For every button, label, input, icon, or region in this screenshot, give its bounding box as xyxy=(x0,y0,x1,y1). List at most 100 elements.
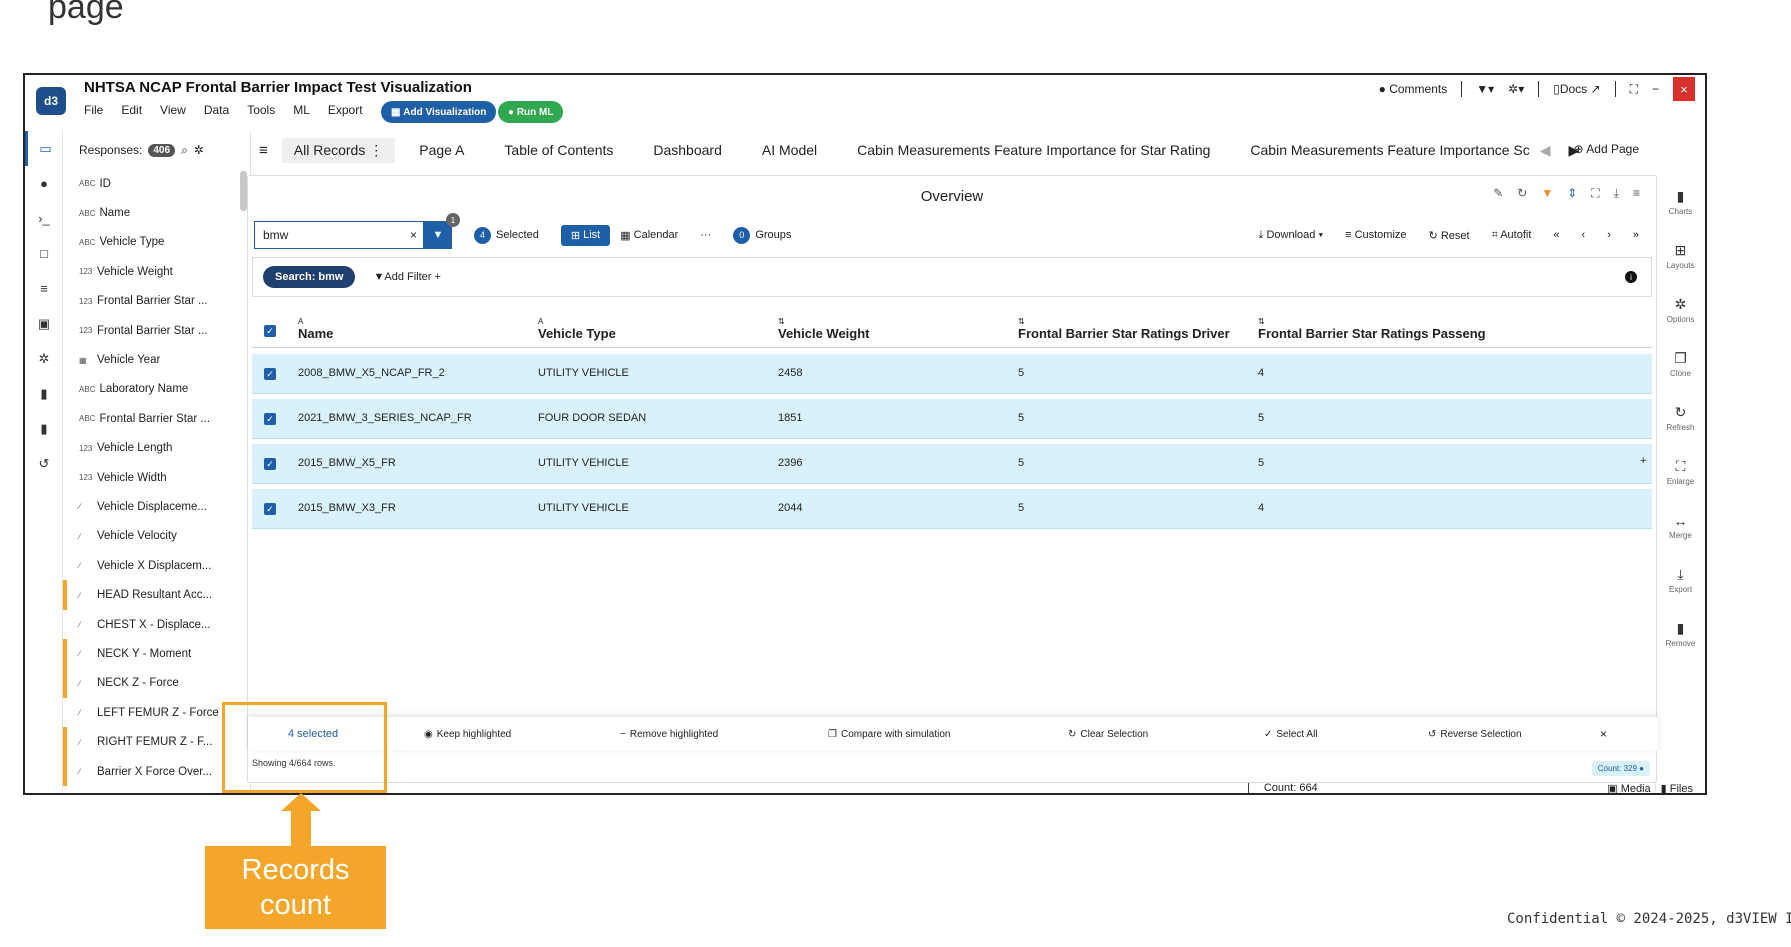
search-icon[interactable]: ⌕ xyxy=(181,143,188,158)
files-link[interactable]: ▮ Files xyxy=(1661,782,1693,793)
sliders-icon[interactable]: ≡ xyxy=(25,271,63,306)
image-icon[interactable]: ▣ xyxy=(25,306,63,341)
download-icon[interactable]: ⤓ xyxy=(1614,186,1619,201)
close-selection-icon[interactable]: × xyxy=(1600,727,1607,741)
hamburger-icon[interactable]: ≡ xyxy=(259,142,268,159)
field-item[interactable]: ∕ HEAD Resultant Acc... xyxy=(63,580,250,610)
field-item[interactable]: ∕ NECK Y - Moment xyxy=(63,639,250,669)
field-item[interactable]: ∕ Vehicle Displaceme... xyxy=(63,492,250,521)
merge-tool[interactable]: ↔ Merge xyxy=(1656,499,1705,553)
prev-page-icon[interactable]: ‹ xyxy=(1582,229,1586,241)
sort-icon[interactable]: ⇕ xyxy=(1567,186,1577,201)
tab-all-records[interactable]: All Records ⋮ xyxy=(281,137,396,163)
clone-tool[interactable]: ❐ Clone xyxy=(1656,337,1705,391)
info-icon[interactable]: ● xyxy=(25,166,63,201)
monitor-icon[interactable]: ▭ xyxy=(25,131,63,166)
select-all-button[interactable]: ✓ Select All xyxy=(1264,729,1318,740)
menu-edit[interactable]: Edit xyxy=(121,103,142,117)
tab-dashboard[interactable]: Dashboard xyxy=(653,142,722,158)
comments-button[interactable]: ● Comments xyxy=(1379,82,1448,96)
kebab-icon[interactable]: ⋮ xyxy=(369,142,383,158)
enlarge-tool[interactable]: ⛶ Enlarge xyxy=(1656,445,1705,499)
first-page-icon[interactable]: « xyxy=(1553,229,1559,241)
col-vehicle-type[interactable]: A Vehicle Type xyxy=(538,317,616,341)
field-item[interactable]: ∕ CHEST X - Displace... xyxy=(63,610,250,639)
field-item[interactable]: ∕ Vehicle Velocity xyxy=(63,522,250,551)
close-button[interactable]: × xyxy=(1673,77,1695,101)
charts-tool[interactable]: ▮ Charts xyxy=(1656,175,1705,229)
gear-icon[interactable]: ✲ xyxy=(25,341,63,376)
search-input[interactable]: bmw × xyxy=(254,221,424,249)
options-tool[interactable]: ✲ Options xyxy=(1656,283,1705,337)
file-alt-icon[interactable]: ▮ xyxy=(25,411,63,446)
tab-cabin-feature-importance-sc[interactable]: Cabin Measurements Feature Importance Sc xyxy=(1250,142,1529,158)
edit-icon[interactable]: ✎ xyxy=(1493,186,1503,201)
col-vehicle-weight[interactable]: ⇅ Vehicle Weight xyxy=(778,317,870,341)
scroll-left-icon[interactable]: ◀ xyxy=(1540,142,1551,159)
menu-view[interactable]: View xyxy=(160,103,186,117)
groups-toggle[interactable]: 0 Groups xyxy=(733,226,791,244)
field-item[interactable]: ABC Frontal Barrier Star ... xyxy=(63,404,250,433)
table-row[interactable]: ✓ 2015_BMW_X5_FR UTILITY VEHICLE 2396 5 … xyxy=(252,444,1652,484)
row-checkbox[interactable]: ✓ xyxy=(264,368,276,380)
selected-toggle[interactable]: 4 Selected xyxy=(474,226,539,244)
col-star-passenger[interactable]: ⇅ Frontal Barrier Star Ratings Passeng xyxy=(1258,317,1486,341)
customize-button[interactable]: ≡ Customize xyxy=(1345,229,1406,241)
remove-tool[interactable]: ▮ Remove xyxy=(1656,607,1705,661)
table-row[interactable]: ✓ 2008_BMW_X5_NCAP_FR_2 UTILITY VEHICLE … xyxy=(252,354,1652,394)
search-chip[interactable]: Search: bmw xyxy=(263,266,356,288)
field-item[interactable]: 123 Vehicle Weight xyxy=(63,257,250,286)
field-item[interactable]: ABC Laboratory Name xyxy=(63,375,250,404)
field-item[interactable]: 123 Frontal Barrier Star ... xyxy=(63,287,250,316)
field-item[interactable]: ∕ Vehicle X Displacem... xyxy=(63,551,250,580)
media-link[interactable]: ▣ Media xyxy=(1607,782,1650,793)
menu-export[interactable]: Export xyxy=(328,103,363,117)
add-column-icon[interactable]: + xyxy=(1640,455,1646,467)
refresh-tool[interactable]: ↻ Refresh xyxy=(1656,391,1705,445)
tab-page-a[interactable]: Page A xyxy=(419,142,464,158)
col-star-driver[interactable]: ⇅ Frontal Barrier Star Ratings Driver xyxy=(1018,317,1230,341)
add-page-button[interactable]: ⊕ Add Page xyxy=(1574,142,1639,156)
gear-icon[interactable]: ✲ xyxy=(194,143,204,157)
menu-data[interactable]: Data xyxy=(204,103,229,117)
gear-menu-icon[interactable]: ✲▾ xyxy=(1508,82,1524,96)
table-row[interactable]: ✓ 2015_BMW_X3_FR UTILITY VEHICLE 2044 5 … xyxy=(252,489,1652,529)
add-filter-button[interactable]: ▼Add Filter + xyxy=(373,271,440,283)
col-name[interactable]: A Name xyxy=(298,317,333,341)
table-row[interactable]: ✓ 2021_BMW_3_SERIES_NCAP_FR FOUR DOOR SE… xyxy=(252,399,1652,439)
calendar-view-button[interactable]: ▦ Calendar xyxy=(620,229,678,242)
refresh-icon[interactable]: ↻ xyxy=(1517,186,1527,201)
row-checkbox[interactable]: ✓ xyxy=(264,413,276,425)
keep-highlighted-button[interactable]: ◉ Keep highlighted xyxy=(424,729,511,740)
export-tool[interactable]: ⤓ Export xyxy=(1656,553,1705,607)
row-checkbox[interactable]: ✓ xyxy=(264,503,276,515)
menu-file[interactable]: File xyxy=(84,103,103,117)
minimize-icon[interactable]: − xyxy=(1652,82,1659,96)
expand-icon[interactable]: ⛶ xyxy=(1591,186,1599,201)
more-button[interactable]: ··· xyxy=(700,229,711,241)
download-button[interactable]: ⤓ Download ▾ xyxy=(1259,229,1324,242)
list-view-button[interactable]: ⊞ List xyxy=(560,224,611,246)
clear-search-icon[interactable]: × xyxy=(410,228,417,242)
tab-cabin-feature-importance[interactable]: Cabin Measurements Feature Importance fo… xyxy=(857,142,1210,158)
tab-table-of-contents[interactable]: Table of Contents xyxy=(504,142,613,158)
scrollbar[interactable] xyxy=(240,171,247,211)
compare-simulation-button[interactable]: ❐ Compare with simulation xyxy=(828,729,950,740)
menu-icon[interactable]: ≡ xyxy=(1633,186,1640,201)
row-checkbox[interactable]: ✓ xyxy=(264,458,276,470)
menu-ml[interactable]: ML xyxy=(293,103,310,117)
field-item[interactable]: 123 Vehicle Width xyxy=(63,463,250,492)
history-icon[interactable]: ↺ xyxy=(25,446,63,481)
clear-selection-button[interactable]: ↻ Clear Selection xyxy=(1068,729,1148,740)
field-item[interactable]: ABC ID xyxy=(63,169,250,198)
field-item[interactable]: 123 Frontal Barrier Star ... xyxy=(63,316,250,345)
select-all-checkbox[interactable]: ✓ xyxy=(264,325,276,337)
field-item[interactable]: ABC Vehicle Type xyxy=(63,228,250,257)
docs-button[interactable]: ▯Docs ↗ xyxy=(1553,82,1600,96)
tab-ai-model[interactable]: AI Model xyxy=(762,142,817,158)
autofit-button[interactable]: ⌗ Autofit xyxy=(1492,229,1532,242)
fullscreen-icon[interactable]: ⛶ xyxy=(1630,82,1638,97)
reset-button[interactable]: ↻ Reset xyxy=(1429,229,1470,242)
filter-menu-icon[interactable]: ▼▾ xyxy=(1476,82,1494,96)
layouts-tool[interactable]: ⊞ Layouts xyxy=(1656,229,1705,283)
